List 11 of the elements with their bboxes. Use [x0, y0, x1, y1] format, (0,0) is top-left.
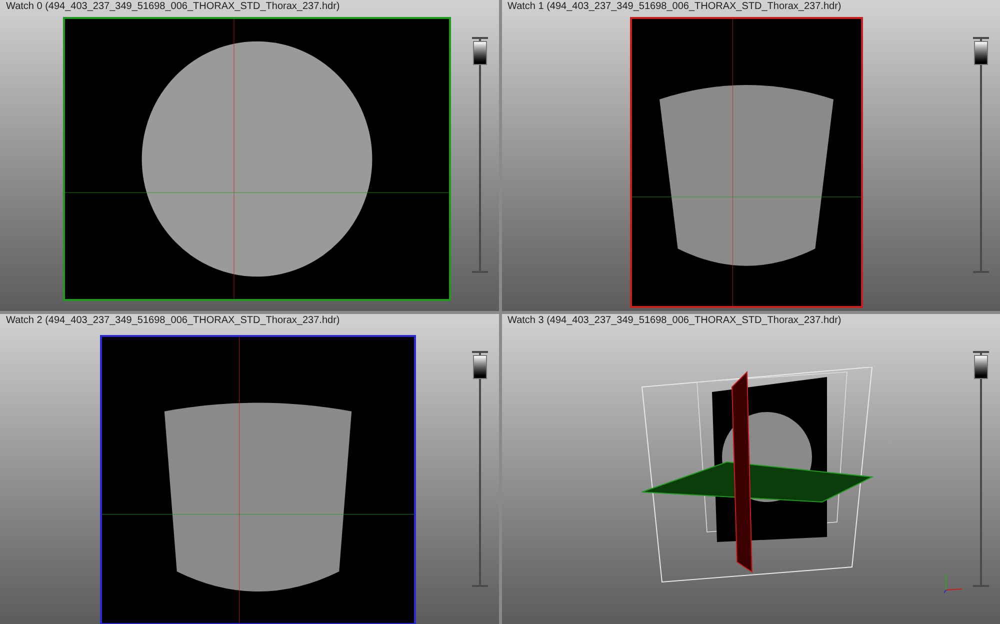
slider-thumb[interactable] [974, 354, 988, 378]
window-level-slider[interactable] [970, 37, 992, 273]
viewport-title: Watch 0 (494_403_237_349_51698_006_THORAX_STD_Thorax_237.hdr) [5, 0, 341, 13]
viewport-title: Watch 3 (494_403_237_349_51698_006_THORAX_STD_Thorax_237.hdr) [506, 314, 842, 326]
viewport-title: Watch 1 (494_403_237_349_51698_006_THORAX_STD_Thorax_237.hdr) [506, 0, 842, 13]
slider-thumb[interactable] [472, 41, 486, 65]
slider-thumb[interactable] [472, 354, 486, 378]
viewport-title: Watch 2 (494_403_237_349_51698_006_THORAX_STD_Thorax_237.hdr) [5, 314, 341, 326]
axes-icon [942, 572, 962, 594]
window-level-slider[interactable] [970, 350, 992, 586]
slider-thumb[interactable] [974, 41, 988, 65]
